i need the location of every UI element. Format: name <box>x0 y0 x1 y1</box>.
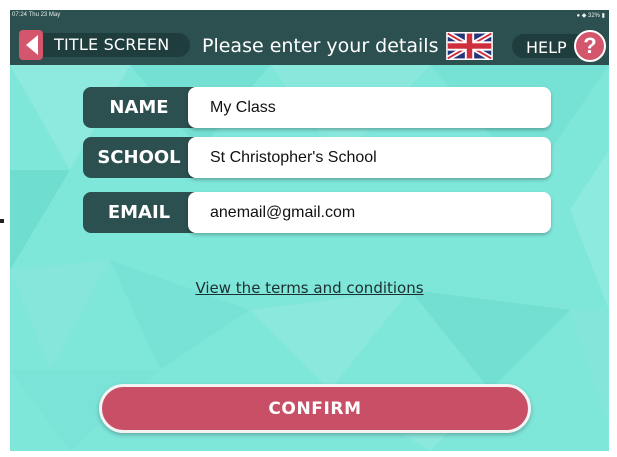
terms-and-conditions-link[interactable]: View the terms and conditions <box>10 279 609 297</box>
page-title: Please enter your details <box>202 35 439 57</box>
confirm-button[interactable]: CONFIRM <box>99 384 531 433</box>
help-label: HELP <box>526 38 567 57</box>
name-label: NAME <box>83 87 195 128</box>
school-label: SCHOOL <box>83 137 195 178</box>
email-field-row: EMAIL <box>83 192 551 233</box>
email-input[interactable] <box>188 192 551 233</box>
status-time: 07:24 Thu 23 May <box>12 12 61 18</box>
school-field-row: SCHOOL <box>83 137 551 178</box>
help-button[interactable]: HELP ? <box>512 30 607 62</box>
question-mark-icon: ? <box>574 30 606 62</box>
back-arrow-icon <box>19 30 43 60</box>
header-bar: TITLE SCREEN Please enter your details H… <box>10 22 609 65</box>
name-input[interactable] <box>188 87 551 128</box>
edge-dot <box>0 219 4 223</box>
app-screen: 07:24 Thu 23 May ● ◆ 32% ▮ TITLE SCREEN … <box>10 10 609 451</box>
name-field-row: NAME <box>83 87 551 128</box>
title-screen-button[interactable]: TITLE SCREEN <box>18 30 190 60</box>
title-screen-label: TITLE SCREEN <box>54 35 170 54</box>
status-bar: 07:24 Thu 23 May ● ◆ 32% ▮ <box>10 10 609 22</box>
uk-flag-icon[interactable] <box>446 32 493 60</box>
email-label: EMAIL <box>83 192 195 233</box>
status-indicators: ● ◆ 32% ▮ <box>576 13 605 19</box>
school-input[interactable] <box>188 137 551 178</box>
